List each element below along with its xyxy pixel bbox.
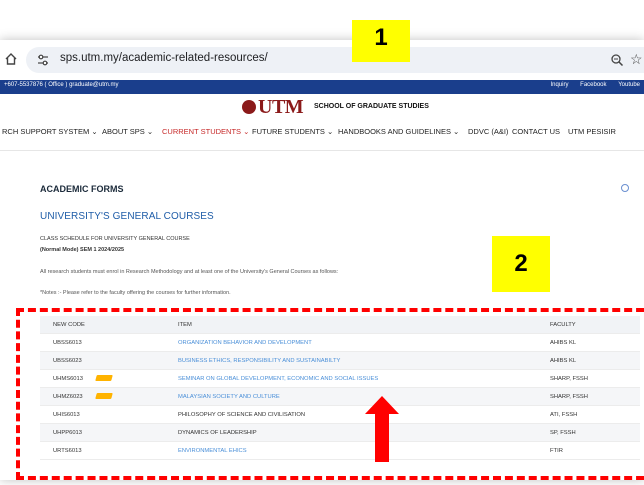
- arrow-shaft: [375, 412, 389, 462]
- nav-item-ddvc[interactable]: DDVC (A&I): [468, 127, 508, 136]
- topbar-links: Inquiry Facebook Youtube: [540, 82, 640, 88]
- contact-info[interactable]: +607-5537876 ( Office ) graduate@utm.my: [4, 82, 119, 88]
- nav-item-utm-pesisir[interactable]: UTM PESISIR: [568, 127, 616, 136]
- topbar-link-youtube[interactable]: Youtube: [618, 82, 640, 88]
- callout-1: 1: [352, 20, 410, 62]
- topbar-link-facebook[interactable]: Facebook: [580, 82, 606, 88]
- school-title: SCHOOL OF GRADUATE STUDIES: [314, 103, 429, 110]
- nav-item-contact-us[interactable]: CONTACT US: [512, 127, 560, 136]
- schedule-mode: (Normal Mode) SEM 1 2024/2025: [40, 247, 125, 253]
- highlight-box: [16, 308, 644, 480]
- topbar-link-inquiry[interactable]: Inquiry: [550, 82, 568, 88]
- contact-bar: +607-5537876 ( Office ) graduate@utm.my …: [0, 80, 644, 94]
- nav-item-future-students[interactable]: FUTURE STUDENTS ⌄: [252, 127, 333, 136]
- url-bar[interactable]: sps.utm.my/academic-related-resources/ ☆: [26, 47, 644, 73]
- courses-title: UNIVERSITY'S GENERAL COURSES: [40, 211, 214, 222]
- site-settings-icon[interactable]: [36, 53, 50, 67]
- home-icon[interactable]: [4, 52, 18, 66]
- callout-2: 2: [492, 236, 550, 292]
- nav-item-current-students[interactable]: CURRENT STUDENTS ⌄: [162, 127, 249, 136]
- schedule-heading: CLASS SCHEDULE FOR UNIVERSITY GENERAL CO…: [40, 236, 190, 242]
- url-text[interactable]: sps.utm.my/academic-related-resources/: [60, 52, 268, 64]
- address-bar-row: sps.utm.my/academic-related-resources/ ☆: [0, 45, 644, 75]
- utm-logo[interactable]: UTM: [258, 96, 304, 119]
- utm-seal-icon[interactable]: [242, 100, 256, 114]
- enrol-instructions: All research students must enrol in Rese…: [40, 269, 339, 275]
- notes-text: *Notes :- Please refer to the faculty of…: [40, 290, 231, 296]
- nav-item-about-sps[interactable]: ABOUT SPS ⌄: [102, 127, 153, 136]
- nav-divider: [0, 150, 644, 151]
- nav-item-handbooks[interactable]: HANDBOOKS AND GUIDELINES ⌄: [338, 127, 459, 136]
- expand-circle-icon[interactable]: [621, 184, 629, 192]
- section-title: ACADEMIC FORMS: [40, 184, 124, 194]
- bookmark-star-icon[interactable]: ☆: [630, 51, 643, 68]
- nav-item-research-support[interactable]: RCH SUPPORT SYSTEM ⌄: [2, 127, 98, 136]
- main-nav: RCH SUPPORT SYSTEM ⌄ ABOUT SPS ⌄ CURRENT…: [0, 127, 644, 141]
- zoom-icon[interactable]: [610, 53, 624, 67]
- screenshot: sps.utm.my/academic-related-resources/ ☆…: [0, 0, 644, 485]
- site-header: UTM SCHOOL OF GRADUATE STUDIES: [0, 96, 644, 122]
